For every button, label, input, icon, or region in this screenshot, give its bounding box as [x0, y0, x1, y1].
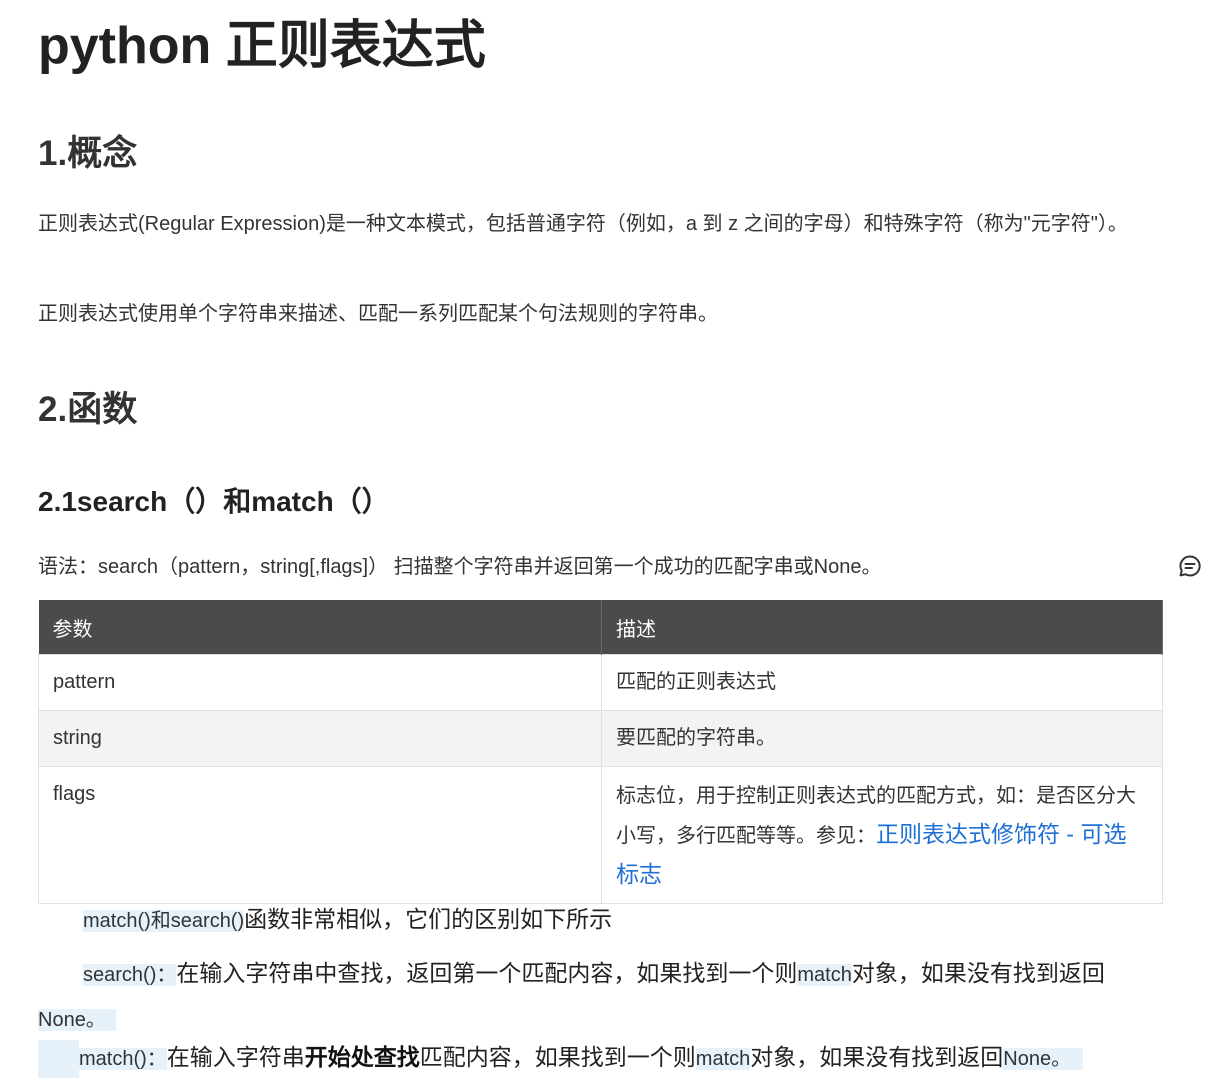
page-title: python 正则表达式 — [38, 17, 486, 75]
note-text: 在输入字符串 — [166, 1044, 305, 1070]
code-span: None。 — [1003, 1048, 1084, 1070]
note-1: match()和search()函数非常相似，它们的区别如下所示 — [38, 900, 1163, 940]
concept-paragraph-2: 正则表达式使用单个字符串来描述、匹配一系列匹配某个句法规则的字符串。 — [38, 303, 718, 325]
note-text: 对象，如果没有找到返回 — [750, 1044, 1004, 1070]
header-desc: 描述 — [601, 600, 1163, 655]
syntax-line: 语法：search（pattern，string[,flags]） 扫描整个字符… — [38, 556, 882, 578]
table-header-row: 参数 描述 — [38, 600, 1163, 655]
params-table: 参数 描述 pattern 匹配的正则表达式 string 要匹配的字符串。 f… — [38, 600, 1163, 904]
note-text: 函数非常相似，它们的区别如下所示 — [244, 906, 613, 932]
comment-icon[interactable] — [1178, 554, 1202, 578]
code-span: None。 — [38, 1009, 116, 1031]
code-span: match()： — [79, 1048, 167, 1070]
header-param: 参数 — [38, 600, 602, 655]
note-2: search()：在输入字符串中查找，返回第一个匹配内容，如果找到一个则matc… — [38, 952, 1163, 1042]
param-cell: string — [38, 710, 602, 767]
table-row: flags 标志位，用于控制正则表达式的匹配方式，如：是否区分大小写，多行匹配等… — [38, 766, 1163, 904]
concept-paragraph-1: 正则表达式(Regular Expression)是一种文本模式，包括普通字符（… — [38, 213, 1128, 235]
note-text: 对象，如果没有找到返回 — [851, 960, 1105, 986]
note-text: 在输入字符串中查找，返回第一个匹配内容，如果找到一个则 — [176, 960, 798, 986]
bold-text: 开始处查找 — [304, 1044, 420, 1070]
code-span: search()： — [83, 964, 177, 986]
desc-cell: 标志位，用于控制正则表达式的匹配方式，如：是否区分大小写，多行匹配等等。参见：正… — [601, 766, 1163, 904]
desc-cell: 要匹配的字符串。 — [601, 710, 1163, 767]
note-3: match()：在输入字符串开始处查找匹配内容，如果找到一个则match对象，如… — [38, 1038, 1163, 1078]
param-cell: pattern — [38, 654, 602, 711]
table-row: pattern 匹配的正则表达式 — [38, 654, 1163, 711]
subsection-heading-search-match: 2.1search（）和match（） — [38, 486, 390, 517]
param-cell: flags — [38, 766, 602, 904]
note-text: 匹配内容，如果找到一个则 — [419, 1044, 696, 1070]
code-span: match()和search() — [83, 910, 245, 932]
desc-cell: 匹配的正则表达式 — [601, 654, 1163, 711]
note-3-indent — [38, 1040, 79, 1078]
section-heading-concept: 1.概念 — [38, 134, 138, 173]
code-span: match — [695, 1048, 751, 1070]
table-row: string 要匹配的字符串。 — [38, 710, 1163, 767]
code-span: match — [797, 964, 852, 986]
section-heading-functions: 2.函数 — [38, 390, 138, 429]
